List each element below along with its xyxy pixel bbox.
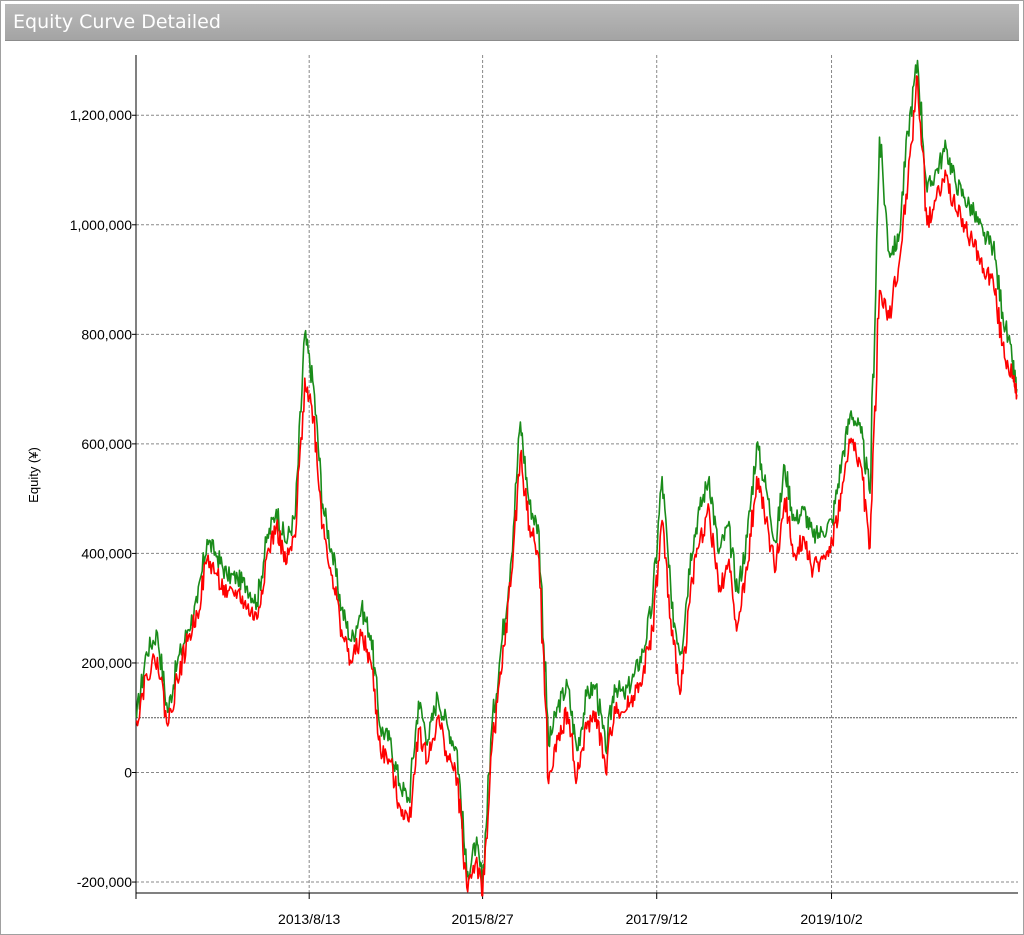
y-axis-title: Equity (¥): [26, 447, 41, 503]
series-group: [135, 59, 1018, 897]
equity-chart[interactable]: -200,000 0 200,000 400,000 600,000 800,000 1,0…: [0, 0, 1024, 935]
series-line-high: [135, 59, 1018, 885]
x-tick-label: 2013/8/13: [278, 911, 340, 927]
x-tick-label: 2015/8/27: [451, 911, 513, 927]
x-tick-label: 2017/9/12: [626, 911, 688, 927]
y-tick-label: 600,000: [81, 436, 132, 452]
x-axis-ticks: 2013/8/13 2015/8/27 2017/9/12 2019/10/2: [135, 893, 863, 927]
y-tick-label: 0: [124, 765, 132, 781]
y-axis-ticks: -200,000 0 200,000 400,000 600,000 800,000 1,0…: [70, 107, 136, 890]
y-tick-label: 400,000: [81, 545, 132, 561]
y-tick-label: 1,200,000: [70, 107, 132, 123]
y-tick-label: -200,000: [77, 874, 132, 890]
y-tick-label: 1,000,000: [70, 217, 132, 233]
y-tick-label: 800,000: [81, 326, 132, 342]
y-tick-label: 200,000: [81, 655, 132, 671]
x-tick-label: 2019/10/2: [800, 911, 862, 927]
